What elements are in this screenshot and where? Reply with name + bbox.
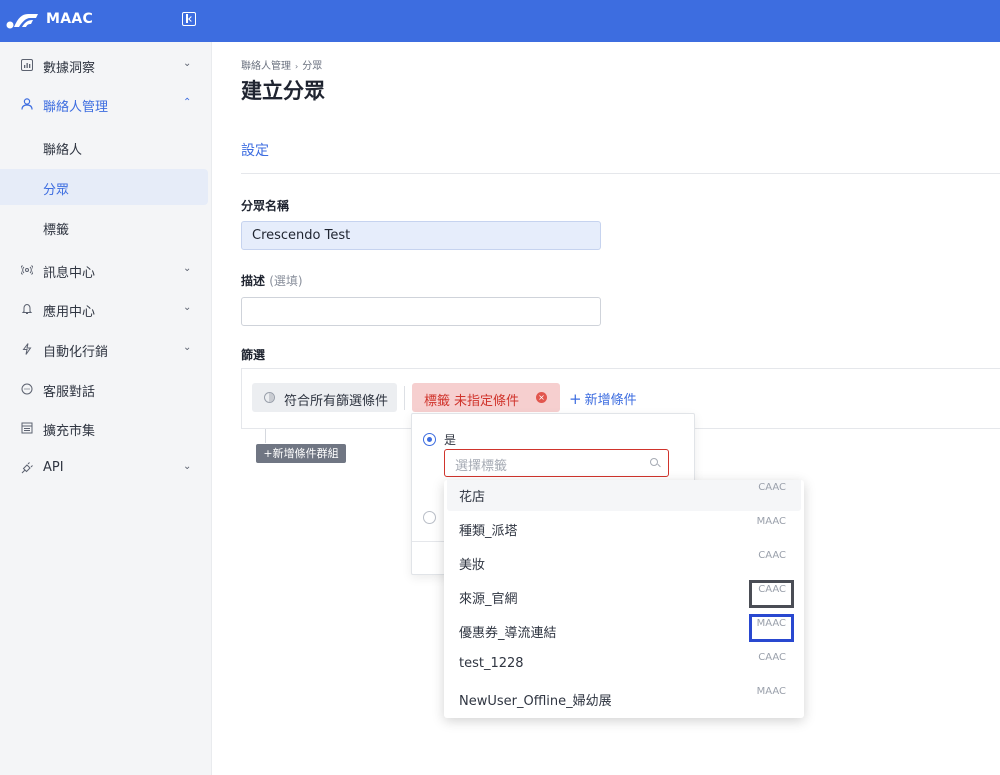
sidebar-item-label: 聯絡人 (43, 139, 82, 158)
breadcrumb-separator: › (295, 62, 298, 71)
sidebar-item-label: 自動化行銷 (43, 341, 108, 360)
add-condition-group-button[interactable]: +新增條件群組 (256, 444, 346, 463)
half-circle-icon (264, 392, 275, 403)
breadcrumb-parent[interactable]: 聯絡人管理 (241, 61, 291, 72)
sidebar-item-contacts-management[interactable]: 聯絡人管理 ⌃ (0, 86, 208, 122)
description-input[interactable] (241, 297, 601, 326)
tag-option-name: 來源_官網 (459, 588, 518, 607)
chip-key: 標籤 (424, 390, 450, 409)
tag-search-input[interactable]: 選擇標籤 (444, 449, 669, 477)
radio-is-not[interactable] (423, 511, 436, 524)
bolt-icon (21, 343, 33, 355)
list-item[interactable]: test_1228 CAAC (444, 647, 804, 681)
chevron-down-icon: ⌄ (183, 461, 191, 472)
sidebar-item-label: 分眾 (43, 179, 69, 198)
sidebar-item-messages[interactable]: 訊息中心 ⌄ (0, 252, 208, 288)
add-condition-button[interactable]: +新增條件 (569, 389, 637, 408)
sidebar-item-api[interactable]: API ⌄ (0, 450, 208, 486)
chevron-up-icon: ⌃ (183, 97, 191, 108)
sidebar-item-automation[interactable]: 自動化行銷 ⌄ (0, 331, 208, 367)
sidebar-item-label: 訊息中心 (43, 262, 95, 281)
sidebar-item-label: 標籤 (43, 219, 69, 238)
popover-footer-divider (412, 541, 444, 542)
tag-option-source: CAAC (758, 550, 786, 561)
sidebar-item-marketplace[interactable]: 擴充市集 (0, 410, 208, 446)
segment-name-label: 分眾名稱 (241, 197, 289, 214)
list-item[interactable]: 花店 CAAC (447, 480, 801, 511)
collapse-sidebar-icon[interactable] (182, 12, 196, 26)
top-bar (212, 0, 1000, 42)
bell-icon (21, 303, 33, 315)
plug-icon (21, 462, 33, 474)
sidebar-item-label: 數據洞察 (43, 57, 95, 76)
sidebar-item-label: 聯絡人管理 (43, 96, 108, 115)
tag-option-name: 花店 (459, 486, 485, 505)
match-all-toggle[interactable]: 符合所有篩選條件 (252, 383, 397, 412)
tag-options-dropdown: 花店 CAAC 種類_派塔 MAAC 美妝 CAAC 來源_官網 CAAC 優惠… (444, 480, 804, 718)
filter-separator (404, 386, 405, 410)
plus-icon: + (569, 390, 582, 408)
remove-condition-icon[interactable]: × (536, 392, 547, 403)
chevron-down-icon: ⌄ (183, 302, 191, 313)
add-condition-label: 新增條件 (585, 393, 637, 408)
group-connector-line (265, 429, 266, 443)
user-icon (21, 98, 33, 110)
tag-option-name: 美妝 (459, 554, 485, 573)
maac-logo-icon (6, 10, 40, 30)
tag-option-source: CAAC (758, 652, 786, 663)
list-item[interactable]: 種類_派塔 MAAC (444, 511, 804, 545)
brand-name: MAAC (46, 11, 93, 27)
breadcrumb-current: 分眾 (302, 61, 322, 72)
highlight-box-caac (749, 580, 794, 608)
chevron-down-icon: ⌄ (183, 58, 191, 69)
description-label: 描述 (選填) (241, 272, 303, 289)
chart-icon (21, 59, 33, 71)
sidebar-item-label: API (43, 460, 64, 475)
section-divider (241, 173, 1000, 174)
tag-condition-chip[interactable]: 標籤 未指定條件 × (412, 383, 560, 412)
chip-value: 未指定條件 (454, 390, 519, 409)
chat-icon (21, 383, 33, 395)
tag-option-name: 種類_派塔 (459, 520, 518, 539)
tag-option-name: 優惠券_導流連結 (459, 622, 557, 641)
page-title: 建立分眾 (241, 75, 325, 105)
tag-search-placeholder: 選擇標籤 (455, 459, 507, 474)
tag-option-name: test_1228 (459, 656, 524, 671)
radio-is-label: 是 (444, 431, 456, 448)
brand-header: MAAC (0, 0, 212, 42)
chevron-down-icon: ⌄ (183, 263, 191, 274)
broadcast-icon (21, 264, 33, 276)
breadcrumb: 聯絡人管理 › 分眾 (241, 57, 322, 72)
description-label-text: 描述 (241, 274, 265, 288)
sidebar-item-insights[interactable]: 數據洞察 ⌄ (0, 47, 208, 83)
sidebar-item-label: 應用中心 (43, 301, 95, 320)
section-title-settings: 設定 (241, 140, 269, 160)
sidebar-item-contacts[interactable]: 聯絡人 (0, 129, 208, 165)
radio-is[interactable] (423, 433, 436, 446)
sidebar-item-segments[interactable]: 分眾 (0, 169, 208, 205)
sidebar: MAAC 數據洞察 ⌄ 聯絡人管理 ⌃ 聯絡人 分眾 標籤 訊息中心 ⌄ 應用中… (0, 0, 212, 775)
sidebar-item-customer-chat[interactable]: 客服對話 (0, 371, 208, 407)
tag-option-source: MAAC (757, 686, 786, 697)
segment-name-input[interactable]: Crescendo Test (241, 221, 601, 250)
list-item[interactable]: NewUser_Offline_婦幼展 MAAC (444, 681, 804, 715)
filter-label: 篩選 (241, 346, 265, 363)
search-icon (650, 458, 658, 466)
match-all-label: 符合所有篩選條件 (284, 390, 388, 409)
store-icon (21, 422, 33, 434)
sidebar-item-apps[interactable]: 應用中心 ⌄ (0, 291, 208, 327)
tag-option-source: MAAC (757, 516, 786, 527)
description-optional-text: (選填) (269, 274, 302, 288)
sidebar-item-label: 擴充市集 (43, 420, 95, 439)
highlight-box-maac (749, 614, 794, 642)
list-item[interactable]: 美妝 CAAC (444, 545, 804, 579)
tag-option-name: NewUser_Offline_婦幼展 (459, 690, 612, 709)
tag-option-source: CAAC (758, 482, 786, 493)
sidebar-item-label: 客服對話 (43, 381, 95, 400)
sidebar-item-tags[interactable]: 標籤 (0, 209, 208, 245)
chevron-down-icon: ⌄ (183, 342, 191, 353)
